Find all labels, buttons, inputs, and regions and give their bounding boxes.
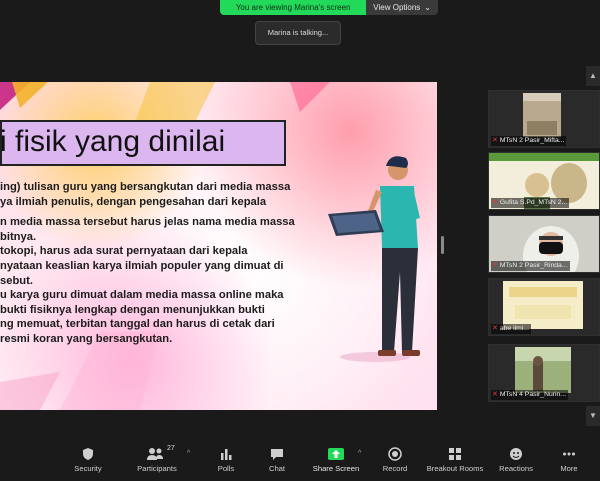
person-with-tablet-illustration — [328, 156, 420, 362]
participant-name-tag: ✕ abe ilmi... — [491, 324, 531, 334]
slide-body-text: ing) tulisan guru yang bersangkutan dari… — [0, 180, 345, 347]
panel-down-button[interactable]: ▼ — [586, 406, 600, 426]
more-label: More — [560, 464, 578, 473]
mic-muted-icon: ✕ — [492, 391, 498, 398]
share-screen-caret[interactable]: ^ — [358, 450, 361, 457]
polls-icon — [221, 449, 232, 460]
chat-button[interactable]: Chat — [263, 447, 291, 473]
participant-tile[interactable]: ✕ MTsN 2 Pasir_Mifta... — [488, 90, 600, 148]
participant-name: MTsN 2 Pasir_Rinda... — [499, 262, 568, 269]
participant-name-tag: ✕ Gufita S.Pd_MTsN 2... — [491, 198, 570, 208]
view-options-label: View Options — [373, 3, 421, 12]
security-label: Security — [74, 464, 102, 473]
chevron-down-icon: ▼ — [589, 411, 597, 420]
shield-icon — [83, 448, 93, 460]
participant-tile[interactable]: ✕ abe ilmi... — [488, 278, 600, 336]
participant-tile[interactable]: ✕ MTsN 2 Pasir_Rinda... — [488, 215, 600, 273]
slide-line: tokopi, harus ada surat pernyataan dari … — [0, 245, 248, 258]
slide-line: resmi koran yang bersangkutan. — [0, 332, 173, 345]
meeting-toolbar: Security Participants 27 ^ Polls Chat Sh… — [0, 441, 600, 481]
participant-tile[interactable]: ✕ MTsN 4 Pasir_Nurin... — [488, 344, 600, 402]
chat-label: Chat — [268, 464, 286, 473]
viewing-text: You are viewing Marina's screen — [220, 0, 367, 15]
reactions-button[interactable]: Reactions — [496, 447, 536, 473]
slide-line: ya ilmiah penulis, dengan pengesahan dar… — [0, 195, 267, 208]
more-icon — [563, 452, 575, 456]
slide-line: ing) tulisan guru yang bersangkutan dari… — [0, 181, 291, 193]
participant-name-tag: ✕ MTsN 2 Pasir_Mifta... — [491, 136, 567, 146]
participant-name-tag: ✕ MTsN 4 Pasir_Nurin... — [491, 390, 568, 400]
slide-line: nyataan keaslian karya ilmiah populer ya… — [0, 259, 284, 272]
chat-icon — [271, 449, 283, 460]
reactions-label: Reactions — [499, 464, 533, 473]
polls-label: Polls — [217, 464, 235, 473]
share-screen-button[interactable]: Share Screen — [309, 447, 363, 473]
slide-line: u karya guru dimuat dalam media massa on… — [0, 289, 284, 302]
participant-name: Gufita S.Pd_MTsN 2... — [499, 199, 568, 206]
participant-name-tag: ✕ MTsN 2 Pasir_Rinda... — [491, 261, 570, 271]
record-button[interactable]: Record — [378, 447, 412, 473]
mic-muted-icon: ✕ — [492, 262, 498, 269]
participant-name: abe ilmi... — [499, 325, 529, 332]
polls-button[interactable]: Polls — [212, 447, 240, 473]
participant-name: MTsN 4 Pasir_Nurin... — [499, 391, 566, 398]
shared-screen-slide: i fisik yang dinilai ing) tulisan guru y… — [0, 82, 437, 410]
slide-resize-handle[interactable] — [441, 236, 444, 254]
breakout-rooms-label: Breakout Rooms — [426, 464, 484, 473]
mic-muted-icon: ✕ — [492, 325, 498, 332]
slide-line: n media massa tersebut harus jelas nama … — [0, 216, 295, 229]
breakout-rooms-button[interactable]: Breakout Rooms — [425, 447, 485, 473]
record-icon — [388, 447, 402, 461]
breakout-rooms-icon — [449, 448, 461, 460]
participants-button[interactable]: Participants 27 — [132, 445, 182, 473]
reactions-icon — [510, 448, 522, 460]
security-button[interactable]: Security — [70, 447, 106, 473]
view-options-button[interactable]: View Options ⌄ — [366, 0, 438, 15]
mic-muted-icon: ✕ — [492, 199, 498, 206]
share-screen-label: Share Screen — [312, 464, 360, 473]
participants-video-panel: ✕ MTsN 2 Pasir_Mifta... ✕ Gufita S.Pd_MT… — [488, 62, 600, 420]
screen-share-banner: You are viewing Marina's screen View Opt… — [220, 0, 438, 15]
talking-indicator: Marina is talking... — [255, 21, 341, 45]
participant-tile[interactable]: ✕ Gufita S.Pd_MTsN 2... — [488, 152, 600, 210]
slide-line: sebut. — [0, 274, 33, 287]
participants-count: 27 — [167, 445, 175, 452]
slide-line: bukti fisiknya lengkap dengan menunjukka… — [0, 303, 265, 316]
record-label: Record — [382, 464, 408, 473]
chevron-down-icon: ⌄ — [424, 3, 431, 12]
participants-label: Participants — [137, 464, 177, 473]
slide-line: ng memuat, terbitan tanggal dan harus di… — [0, 318, 275, 331]
participants-caret[interactable]: ^ — [187, 450, 190, 457]
slide-line: bitnya. — [0, 230, 37, 243]
share-screen-icon — [328, 448, 344, 460]
mic-muted-icon: ✕ — [492, 137, 498, 144]
slide-title: i fisik yang dinilai — [0, 125, 226, 158]
participant-name: MTsN 2 Pasir_Mifta... — [499, 137, 565, 144]
participants-icon — [147, 448, 163, 460]
more-button[interactable]: More — [556, 447, 582, 473]
